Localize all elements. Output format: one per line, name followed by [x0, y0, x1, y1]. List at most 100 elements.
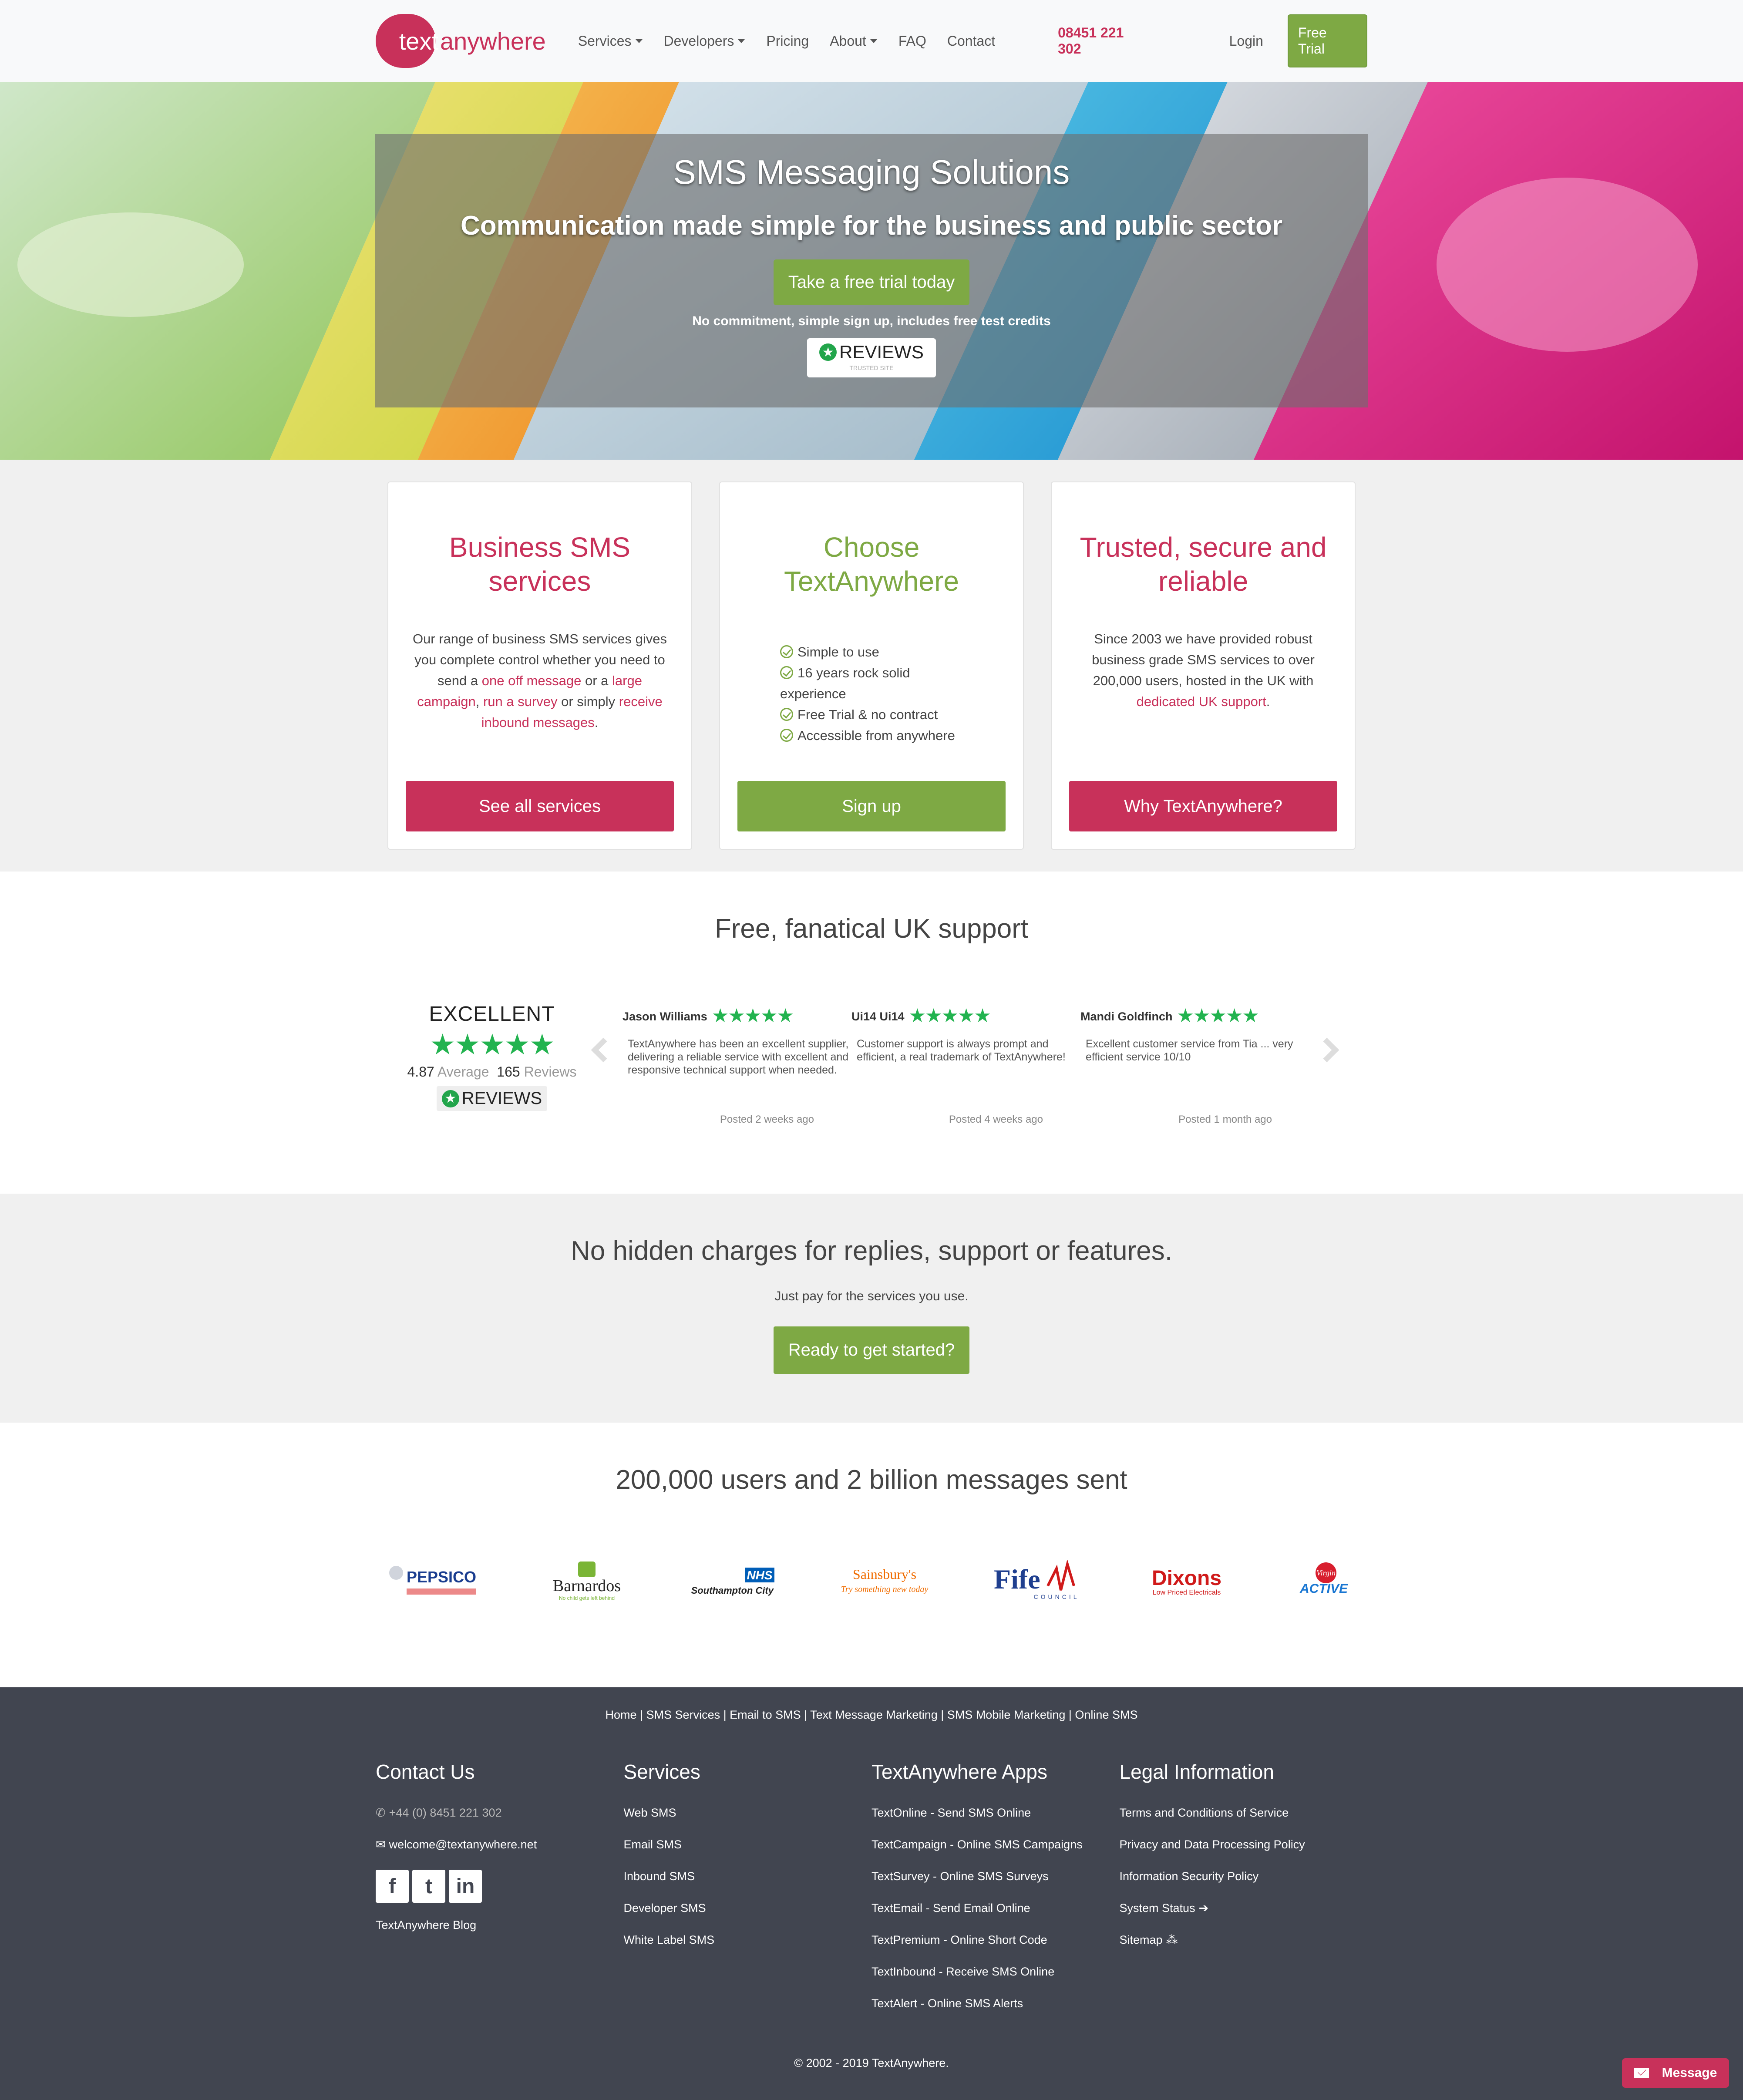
barnardos-tagline: No child gets left behind	[559, 1595, 615, 1601]
rating-summary: EXCELLENT ★★★★★ 4.87 Average 165 Reviews…	[405, 1002, 579, 1111]
footer-link[interactable]: TextCampaign - Online SMS Campaigns	[872, 1838, 1120, 1851]
textanywhere-logo[interactable]: text anywhere	[376, 14, 546, 68]
average-label: Average	[437, 1064, 489, 1080]
facebook-icon[interactable]: f	[376, 1870, 409, 1903]
card-title: Choose TextAnywhere	[784, 532, 959, 597]
system-status-link[interactable]: System Status ➔	[1120, 1901, 1368, 1915]
footer-link[interactable]: TextAlert - Online SMS Alerts	[872, 1997, 1120, 2010]
nhs-mark: NHS	[747, 1568, 773, 1582]
review-count: 165	[497, 1064, 520, 1080]
list-item: Simple to use	[780, 642, 963, 663]
reviews-logo[interactable]: ★ REVIEWS	[436, 1086, 548, 1111]
fife-wordmark: Fife	[994, 1564, 1040, 1595]
review-card: Jason Williams ★★★★★ TextAnywhere has bee…	[622, 1005, 849, 1125]
run-a-survey-link[interactable]: run a survey	[483, 694, 558, 709]
list-item: Free Trial & no contract	[780, 704, 963, 725]
card-title: Trusted, secure and reliable	[1080, 532, 1327, 597]
feature-checklist: Simple to use 16 years rock solid experi…	[780, 642, 963, 746]
footer-heading: Contact Us	[376, 1760, 475, 1783]
hero-title: SMS Messaging Solutions	[673, 153, 1070, 191]
features-section: Business SMS services Our range of busin…	[0, 460, 1743, 872]
dedicated-uk-support-link[interactable]: dedicated UK support	[1137, 694, 1266, 709]
customers-section: 200,000 users and 2 billion messages sen…	[0, 1423, 1743, 1687]
review-count-label: Reviews	[524, 1064, 577, 1080]
reviews-badge[interactable]: ★ REVIEWS TRUSTED SITE	[807, 338, 936, 377]
free-trial-button[interactable]: Free Trial	[1287, 14, 1367, 67]
hero-overlay-box: SMS Messaging Solutions Communication ma…	[375, 134, 1368, 407]
footer-services-column: Services Web SMS Email SMS Inbound SMS D…	[624, 1760, 872, 2029]
one-off-message-link[interactable]: one off message	[482, 673, 582, 688]
nav-services[interactable]: Services	[568, 33, 653, 49]
login-link[interactable]: Login	[1229, 33, 1263, 49]
twitter-icon[interactable]: t	[412, 1870, 445, 1903]
footer-legal-column: Legal Information Terms and Conditions o…	[1120, 1760, 1368, 2029]
nav-about-label: About	[830, 33, 866, 49]
sign-up-button[interactable]: Sign up	[737, 781, 1006, 831]
footer-link[interactable]: Privacy and Data Processing Policy	[1120, 1838, 1368, 1851]
why-textanywhere-button[interactable]: Why TextAnywhere?	[1069, 781, 1337, 831]
footer-heading: Services	[623, 1760, 700, 1783]
footer-link[interactable]: Terms and Conditions of Service	[1120, 1806, 1368, 1820]
list-item: 16 years rock solid experience	[780, 663, 963, 704]
phone-number[interactable]: 08451 221 302	[1058, 25, 1151, 57]
average-value: 4.87	[407, 1064, 434, 1080]
reviews-badge-sub: TRUSTED SITE	[849, 364, 894, 371]
footer-link[interactable]: TextEmail - Send Email Online	[872, 1901, 1120, 1915]
footer-link[interactable]: Inbound SMS	[624, 1870, 872, 1883]
rating-stars-icon: ★★★★★	[430, 1028, 555, 1060]
footer-link[interactable]: Information Security Policy	[1120, 1870, 1368, 1883]
free-trial-cta-button[interactable]: Take a free trial today	[773, 259, 970, 305]
footer-phone[interactable]: ✆ +44 (0) 8451 221 302	[376, 1806, 624, 1820]
footer-link[interactable]: TextOnline - Send SMS Online	[872, 1806, 1120, 1820]
sitemap-link[interactable]: Sitemap ⁂	[1120, 1933, 1368, 1947]
check-circle-icon	[780, 708, 793, 721]
nav-faq[interactable]: FAQ	[888, 33, 937, 49]
ready-to-get-started-button[interactable]: Ready to get started?	[773, 1326, 970, 1374]
nav-developers[interactable]: Developers	[653, 33, 756, 49]
sitemap-label: Sitemap	[1119, 1933, 1163, 1946]
footer-link[interactable]: TextPremium - Online Short Code	[872, 1933, 1120, 1947]
nav-pricing[interactable]: Pricing	[756, 33, 819, 49]
dixons-wordmark: Dixons	[1152, 1567, 1221, 1590]
blog-link[interactable]: TextAnywhere Blog	[376, 1918, 624, 1932]
footer-link[interactable]: TextInbound - Receive SMS Online	[872, 1965, 1120, 1979]
footer-link[interactable]: White Label SMS	[624, 1933, 872, 1947]
envelope-icon	[1634, 2068, 1649, 2078]
reviews-star-icon: ★	[819, 343, 837, 361]
system-status-label: System Status	[1119, 1901, 1195, 1915]
social-links: f t in	[376, 1870, 624, 1903]
rating-label: EXCELLENT	[429, 1003, 555, 1026]
logo-text-part1: text	[399, 27, 438, 55]
footer-heading: TextAnywhere Apps	[872, 1760, 1048, 1783]
see-all-services-button[interactable]: See all services	[406, 781, 674, 831]
carousel-next-arrow-icon[interactable]	[1314, 1037, 1339, 1063]
rating-average: 4.87 Average 165 Reviews	[405, 1064, 579, 1080]
carousel-prev-arrow-icon[interactable]	[591, 1037, 616, 1063]
active-wordmark: ACTIVE	[1299, 1582, 1348, 1596]
review-posted: Posted 2 weeks ago	[720, 1114, 814, 1125]
message-button-label: Message	[1662, 2066, 1717, 2080]
card-text-part: Since 2003 we have provided robust busin…	[1092, 631, 1315, 688]
linkedin-icon[interactable]: in	[449, 1870, 482, 1903]
footer-link-bar[interactable]: Home | SMS Services | Email to SMS | Tex…	[0, 1687, 1743, 1722]
nav-contact[interactable]: Contact	[937, 33, 1006, 49]
footer-email[interactable]: ✉ welcome@textanywhere.net	[376, 1838, 624, 1851]
nav-about[interactable]: About	[819, 33, 888, 49]
barnardos-wordmark: Barnardos	[553, 1577, 621, 1595]
reviewer-name: Jason Williams	[622, 1010, 707, 1023]
sitemap-icon: ⁂	[1166, 1933, 1178, 1946]
review-posted: Posted 4 weeks ago	[949, 1114, 1043, 1125]
virgin-mark: Virgin	[1316, 1568, 1336, 1577]
footer-link[interactable]: Developer SMS	[624, 1901, 872, 1915]
review-card: Mandi Goldfinch ★★★★★ Excellent customer …	[1080, 1005, 1307, 1125]
footer-link[interactable]: TextSurvey - Online SMS Surveys	[872, 1870, 1120, 1883]
footer-link[interactable]: Email SMS	[624, 1838, 872, 1851]
reviews-logo-label: REVIEWS	[461, 1089, 542, 1108]
support-section: Free, fanatical UK support EXCELLENT ★★★…	[0, 872, 1743, 1194]
card-text-part: .	[1266, 694, 1270, 709]
pricing-cta-section: No hidden charges for replies, support o…	[0, 1194, 1743, 1423]
charges-subtext: Just pay for the services you use.	[774, 1289, 969, 1303]
message-chat-button[interactable]: Message	[1622, 2058, 1729, 2088]
footer-link[interactable]: Web SMS	[624, 1806, 872, 1820]
card-text-part: .	[594, 715, 599, 730]
